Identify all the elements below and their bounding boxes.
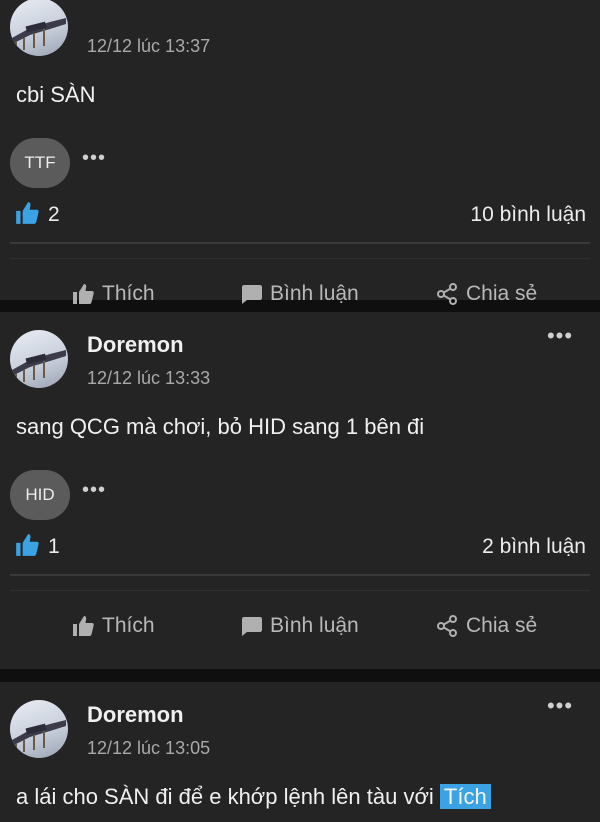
post-time: 12/12 lúc 13:05 [87,738,211,758]
tag-more-icon[interactable]: ••• [82,147,106,170]
comment-label: Bình luận [270,614,359,637]
comment-label: Bình luận [270,282,359,305]
reaction-summary: 1 2 bình luận [14,532,586,564]
thumbs-up-icon [16,202,39,224]
comment-count[interactable]: 10 bình luận [470,203,586,227]
tag-more-icon[interactable]: ••• [82,479,106,502]
like-count[interactable]: 2 [48,203,60,227]
post-text: sang QCG mà chơi, bỏ HID sang 1 bên đi [16,414,425,439]
highlighted-text: Tích [439,784,491,809]
author-name[interactable]: Doremon [87,702,184,728]
share-label: Chia sẻ [466,614,538,637]
stock-tag[interactable]: HID [10,470,70,520]
stock-tag[interactable]: TTF [10,138,70,188]
author-avatar[interactable] [10,330,68,388]
comment-count[interactable]: 2 bình luận [482,535,586,559]
post-card: Doremon ••• 12/12 lúc 13:05 a lái cho SÀ… [0,682,600,822]
author-avatar[interactable] [10,700,68,758]
speech-bubble-icon [242,285,262,304]
post-feed: 12/12 lúc 13:37 cbi SÀN TTF ••• 2 10 bìn… [0,0,600,822]
more-options-icon[interactable]: ••• [542,695,578,718]
share-label: Chia sẻ [466,282,538,305]
post-time: 12/12 lúc 13:33 [87,368,211,388]
comment-button[interactable]: Bình luận [238,595,359,657]
more-options-icon[interactable]: ••• [542,325,578,348]
post-content: sang QCG mà chơi, bỏ HID sang 1 bên đi [16,414,424,440]
share-icon [437,615,457,637]
post-action-bar: Thích Bình luận Chia sẻ [0,595,600,657]
thumbs-up-icon [16,534,39,556]
divider [10,258,590,259]
like-count[interactable]: 1 [48,535,60,559]
divider [10,242,590,244]
speech-bubble-icon [242,617,262,636]
avatar-image [12,350,66,384]
divider [10,590,590,591]
thumbs-up-icon [73,284,94,304]
like-button[interactable]: Thích [70,595,155,657]
post-content: cbi SÀN [16,82,95,108]
post-text: cbi SÀN [16,82,96,107]
like-label: Thích [102,614,155,637]
reaction-summary: 2 10 bình luận [14,200,586,232]
like-label: Thích [102,282,155,305]
post-card: 12/12 lúc 13:37 cbi SÀN TTF ••• 2 10 bìn… [0,0,600,305]
thumbs-up-icon [73,616,94,636]
author-name[interactable]: Doremon [87,332,184,358]
post-text: a lái cho SÀN đi để e khớp lệnh lên tàu … [16,784,434,809]
author-avatar[interactable] [10,0,68,56]
post-time: 12/12 lúc 13:37 [87,36,211,56]
avatar-image [12,18,66,52]
share-button[interactable]: Chia sẻ [434,595,537,657]
avatar-image [12,720,66,754]
post-card: Doremon ••• 12/12 lúc 13:33 sang QCG mà … [0,312,600,669]
divider [10,574,590,576]
post-content: a lái cho SÀN đi để e khớp lệnh lên tàu … [16,784,491,810]
share-icon [437,283,457,305]
